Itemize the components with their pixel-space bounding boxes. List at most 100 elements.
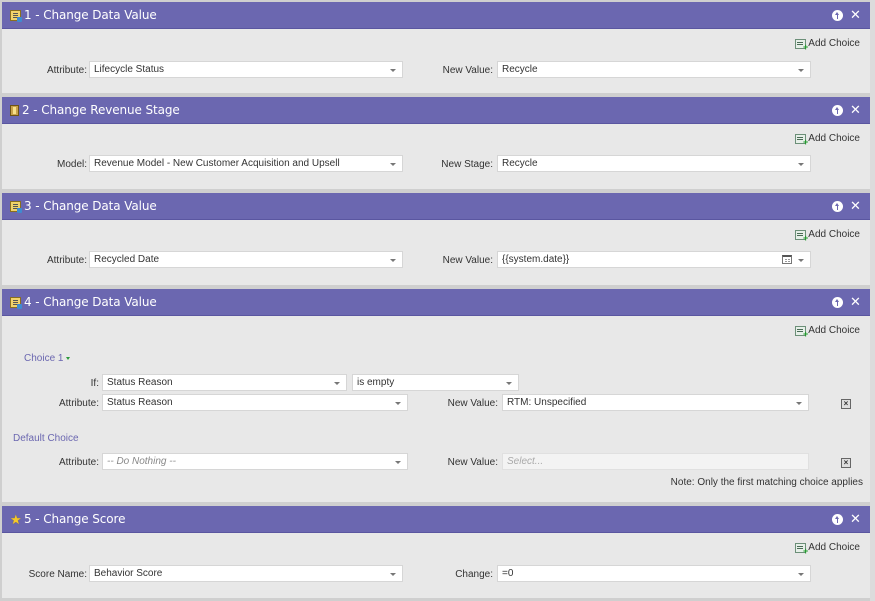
chevron-down-icon: [334, 382, 340, 385]
if-operator-select[interactable]: is empty: [352, 374, 519, 391]
scrollbar[interactable]: [870, 0, 875, 601]
attribute-select[interactable]: Lifecycle Status: [89, 61, 403, 78]
chevron-down-icon: [798, 259, 804, 262]
step-header[interactable]: 2 - Change Revenue Stage ✕: [2, 97, 870, 124]
new-value-label: New Value:: [447, 398, 498, 409]
step-header[interactable]: 3 - Change Data Value ✕: [2, 193, 870, 220]
chevron-down-icon: [390, 259, 396, 262]
move-up-icon[interactable]: [832, 297, 843, 308]
new-value-label: New Value:: [442, 255, 493, 266]
add-choice-icon: [795, 133, 808, 147]
add-choice-button[interactable]: Add Choice: [795, 38, 860, 52]
chevron-down-icon: [796, 402, 802, 405]
step-title: 2 - Change Revenue Stage: [22, 103, 180, 117]
attribute-label: Attribute:: [58, 398, 99, 409]
star-icon: ★: [10, 511, 22, 527]
close-icon[interactable]: ✕: [850, 296, 861, 309]
add-choice-icon: [795, 38, 808, 52]
choice-1-label: Choice 1: [24, 353, 64, 364]
flow-step-2: 2 - Change Revenue Stage ✕ Add Choice Mo…: [2, 97, 870, 189]
attribute-label: Attribute:: [46, 65, 87, 76]
score-name-select[interactable]: Behavior Score: [89, 565, 403, 582]
close-icon[interactable]: ✕: [850, 9, 861, 22]
move-up-icon[interactable]: [832, 10, 843, 21]
change-data-value-icon: [10, 200, 22, 213]
flow-step-4: 4 - Change Data Value ✕ Add Choice Choic…: [2, 289, 870, 502]
flow-step-3: 3 - Change Data Value ✕ Add Choice Attri…: [2, 193, 870, 285]
if-field-select-value: Status Reason: [107, 377, 173, 388]
change-label: Change:: [455, 569, 493, 580]
delete-choice-icon[interactable]: ×: [841, 458, 851, 468]
default-attribute-select-value: -- Do Nothing --: [107, 456, 176, 467]
new-value-select-value: RTM: Unspecified: [507, 397, 587, 408]
close-icon[interactable]: ✕: [850, 513, 861, 526]
flow-step-5: ★ 5 - Change Score ✕ Add Choice Score Na…: [2, 506, 870, 598]
add-choice-button[interactable]: Add Choice: [795, 325, 860, 339]
step-title: 1 - Change Data Value: [24, 8, 157, 22]
model-label: Model:: [56, 159, 87, 170]
default-attribute-label: Attribute:: [58, 457, 99, 468]
new-value-select-value: Recycle: [502, 64, 538, 75]
move-up-icon[interactable]: [832, 105, 843, 116]
add-choice-label: Add Choice: [808, 542, 860, 553]
choice-note: Note: Only the first matching choice app…: [670, 477, 863, 488]
chevron-down-icon: [390, 573, 396, 576]
chevron-down-icon: [66, 356, 71, 360]
score-name-label: Score Name:: [28, 569, 87, 580]
new-stage-select-value: Recycle: [502, 158, 538, 169]
calendar-icon[interactable]: [782, 255, 792, 264]
new-value-input-value: {{system.date}}: [502, 254, 570, 265]
change-input-value: =0: [502, 568, 514, 579]
add-choice-button[interactable]: Add Choice: [795, 229, 860, 243]
step-title: 4 - Change Data Value: [24, 295, 157, 309]
attribute-select[interactable]: Status Reason: [102, 394, 408, 411]
attribute-select-value: Lifecycle Status: [94, 64, 165, 75]
flow-steps-list: 1 - Change Data Value ✕ Add Choice Attri…: [2, 2, 870, 601]
close-icon[interactable]: ✕: [850, 200, 861, 213]
choice-1-toggle[interactable]: Choice 1: [24, 353, 71, 364]
chevron-down-icon: [390, 163, 396, 166]
add-choice-label: Add Choice: [808, 38, 860, 49]
step-title: 3 - Change Data Value: [24, 199, 157, 213]
attribute-label: Attribute:: [46, 255, 87, 266]
if-operator-select-value: is empty: [357, 377, 395, 388]
attribute-select[interactable]: Recycled Date: [89, 251, 403, 268]
add-choice-icon: [795, 229, 808, 243]
add-choice-label: Add Choice: [808, 325, 860, 336]
default-attribute-select[interactable]: -- Do Nothing --: [102, 453, 408, 470]
attribute-select-value: Status Reason: [107, 397, 173, 408]
chevron-down-icon: [390, 69, 396, 72]
step-header[interactable]: ★ 5 - Change Score ✕: [2, 506, 870, 533]
close-icon[interactable]: ✕: [850, 104, 861, 117]
move-up-icon[interactable]: [832, 514, 843, 525]
chevron-down-icon: [395, 402, 401, 405]
default-choice-label: Default Choice: [13, 433, 79, 444]
chevron-down-icon: [506, 382, 512, 385]
new-value-select[interactable]: RTM: Unspecified: [502, 394, 809, 411]
if-field-select[interactable]: Status Reason: [102, 374, 347, 391]
step-header[interactable]: 4 - Change Data Value ✕: [2, 289, 870, 316]
delete-choice-icon[interactable]: ×: [841, 399, 851, 409]
add-choice-icon: [795, 325, 808, 339]
chevron-down-icon: [798, 573, 804, 576]
add-choice-button[interactable]: Add Choice: [795, 133, 860, 147]
step-header[interactable]: 1 - Change Data Value ✕: [2, 2, 870, 29]
model-select[interactable]: Revenue Model - New Customer Acquisition…: [89, 155, 403, 172]
new-value-select[interactable]: Recycle: [497, 61, 811, 78]
change-data-value-icon: [10, 296, 22, 309]
move-up-icon[interactable]: [832, 201, 843, 212]
change-input[interactable]: =0: [497, 565, 811, 582]
new-stage-select[interactable]: Recycle: [497, 155, 811, 172]
if-label: If:: [90, 378, 99, 389]
add-choice-button[interactable]: Add Choice: [795, 542, 860, 556]
add-choice-label: Add Choice: [808, 229, 860, 240]
default-new-value-select[interactable]: Select...: [502, 453, 809, 470]
add-choice-label: Add Choice: [808, 133, 860, 144]
score-name-select-value: Behavior Score: [94, 568, 163, 579]
revenue-stage-icon: [10, 104, 19, 116]
flow-step-1: 1 - Change Data Value ✕ Add Choice Attri…: [2, 2, 870, 93]
chevron-down-icon: [798, 69, 804, 72]
step-title: 5 - Change Score: [24, 512, 126, 526]
new-value-input[interactable]: {{system.date}}: [497, 251, 811, 268]
chevron-down-icon: [395, 461, 401, 464]
